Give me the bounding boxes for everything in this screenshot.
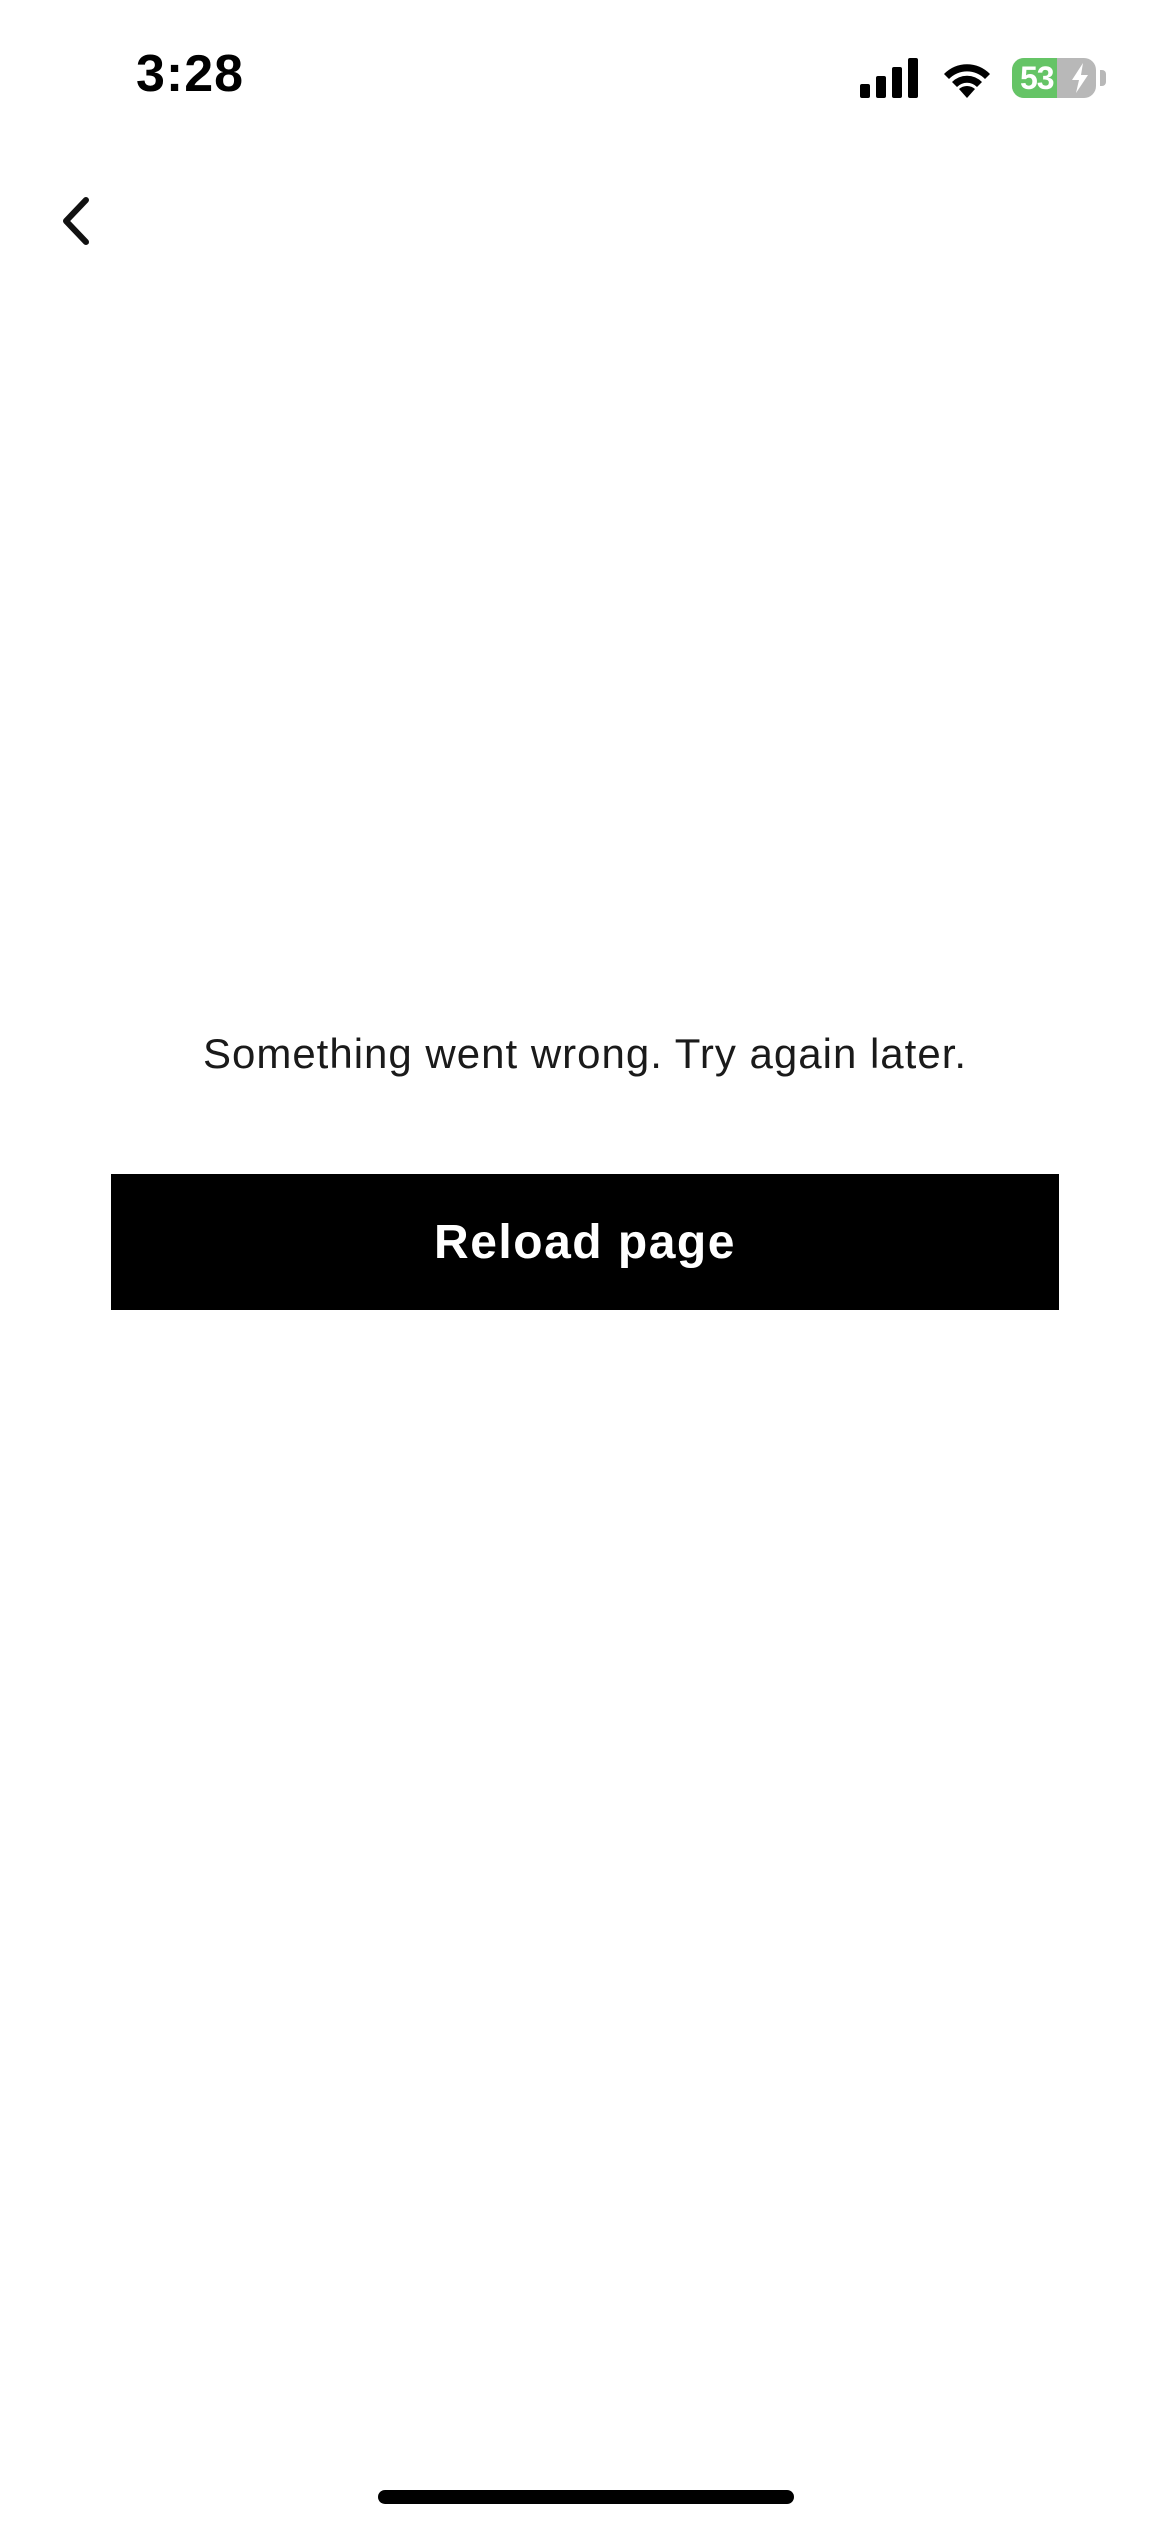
charging-bolt-icon: [1072, 63, 1088, 93]
battery-cap: [1100, 70, 1106, 86]
wifi-icon: [944, 64, 990, 98]
back-button[interactable]: [40, 178, 110, 258]
status-time: 3:28: [136, 45, 245, 103]
home-indicator: [378, 2490, 794, 2504]
chevron-left-icon: [63, 197, 89, 245]
reload-page-button[interactable]: Reload page: [111, 1174, 1059, 1310]
signal-icon: [860, 58, 918, 98]
battery-level: 53: [1020, 60, 1055, 96]
status-bar: 3:28 53: [0, 0, 1170, 150]
battery-icon: 53: [1012, 58, 1096, 98]
error-message: Something went wrong. Try again later.: [202, 1030, 968, 1077]
